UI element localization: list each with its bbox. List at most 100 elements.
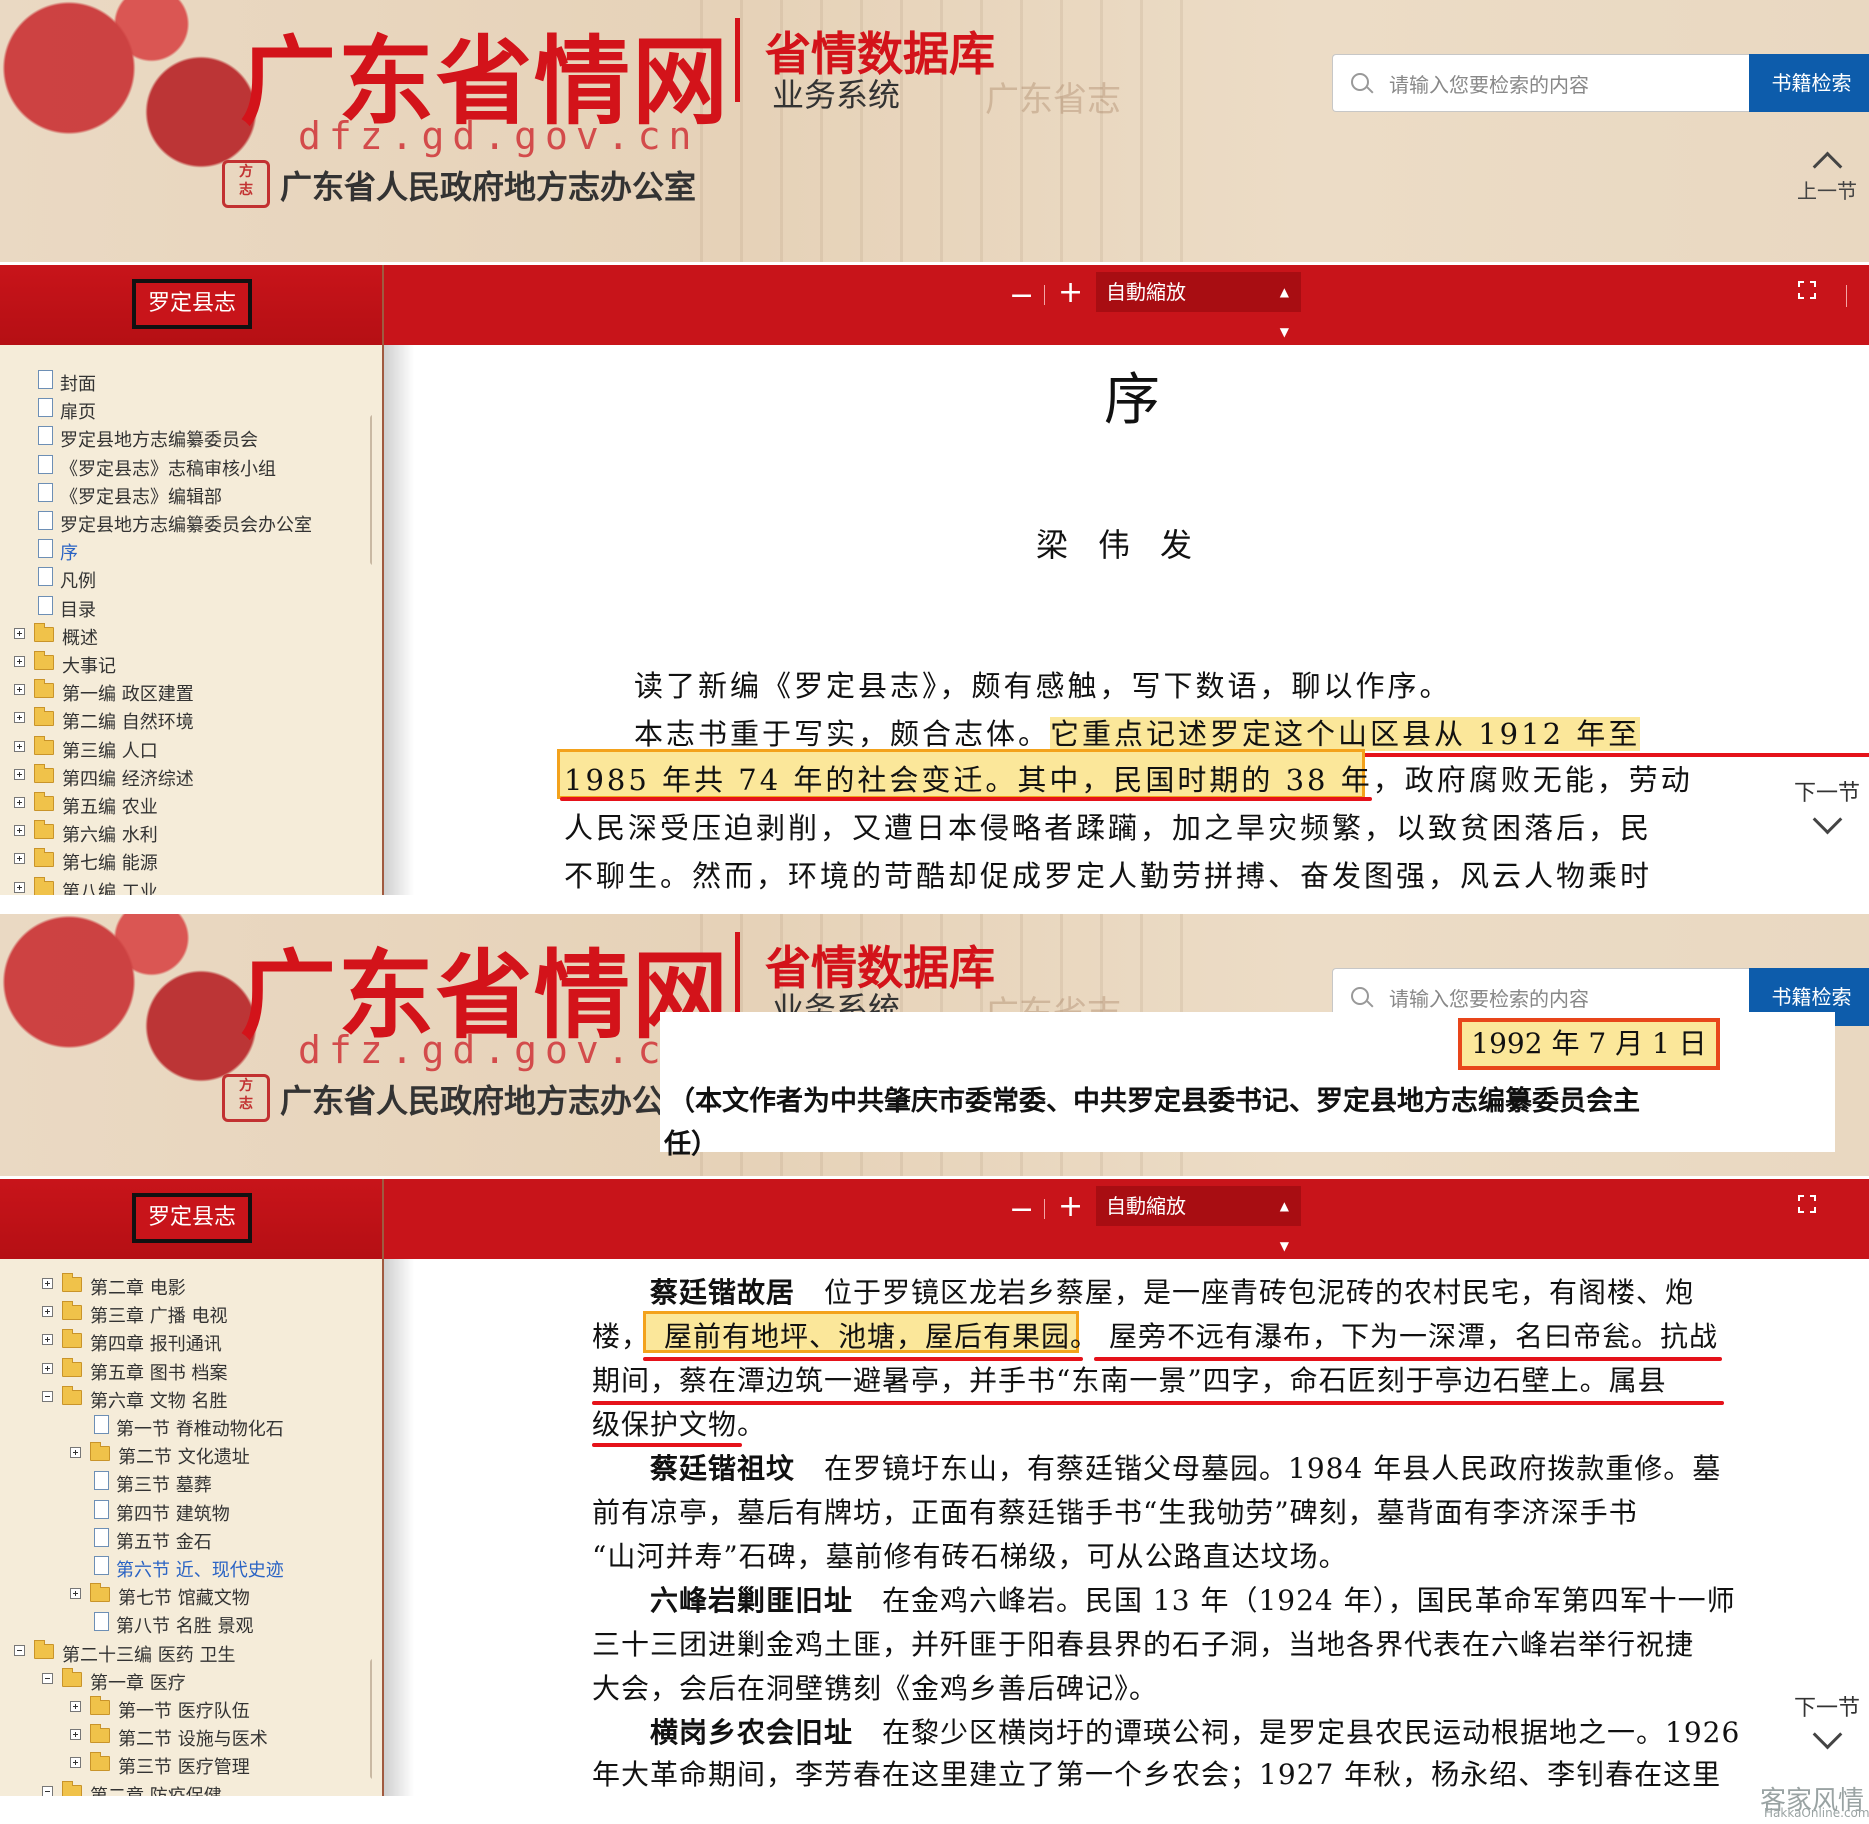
page-icon [94,1527,109,1547]
tree-scrollbar[interactable] [370,415,372,565]
folder-icon [90,1442,110,1462]
book-title: 罗定县志 [132,1193,252,1243]
entry-heading: 横岗乡农会旧址 [650,1716,854,1749]
expand-icon[interactable] [70,1701,81,1712]
logo-divider [735,18,740,102]
date-highlight: 1992 年 7 月 1 日 [1458,1018,1720,1070]
collapse-icon[interactable] [42,1672,53,1684]
entry-heading: 蔡廷锴故居 [650,1276,796,1309]
doc-line: “山河并寿”石碑，墓前修有砖石梯级，可从公路直达坟场。 [592,1540,1348,1573]
doc-line: 大会，会后在洞壁镌刻《金鸡乡善后碑记》。 [592,1672,1159,1705]
next-section-label: 下一节 [1793,781,1860,806]
expand-icon[interactable] [14,656,25,667]
toc-item-label: 封面 [60,374,96,395]
expand-icon[interactable] [14,684,25,696]
collapse-icon[interactable] [14,1644,25,1656]
viewer-toolbar: − + 自動縮放 ▲ ▼ [384,1179,1869,1259]
toc-item-label: 第二节 设施与医术 [118,1729,268,1751]
zoom-in-button[interactable]: + [1058,275,1083,310]
toc-item-label: 概述 [62,627,98,649]
expand-icon[interactable] [42,1306,53,1318]
next-section-button[interactable]: 下一节 [1790,1690,1864,1750]
collapse-icon[interactable] [42,1785,53,1796]
tree-scrollbar[interactable] [370,1659,372,1779]
toc-tree: 第二章 电影 第三章 广播 电视 第四章 报刊通讯 第五章 图书 档案 第六章 文物 名… [0,1259,372,1796]
expand-icon[interactable] [42,1278,53,1289]
folder-icon [90,1696,110,1715]
fullscreen-icon[interactable] [1798,1195,1816,1213]
page-edge-shadow [384,345,414,895]
toc-item-label: 第四编 经济综述 [62,768,194,790]
folder-icon [90,1752,110,1772]
toc-item-label: 第二十三编 医药 卫生 [62,1644,236,1666]
toolbar-separator [1044,1199,1045,1219]
folder-icon [34,848,54,868]
doc-line: 不聊生。然而，环境的苛酷却促成罗定人勤劳拼搏、奋发图强，风云人物乘时 [564,859,1653,893]
page-icon [94,1612,109,1632]
site-url: dfz.gd.gov.cn [298,114,700,158]
doc-line: 本志书重于写实，颇合志体。它重点记述罗定这个山区县从 1912 年至 [634,711,1641,753]
doc-line: 级保护文物。 [592,1403,766,1443]
search-icon [1351,73,1369,91]
doc-line: 横岗乡农会旧址 在黎少区横岗圩的谭瑛公祠，是罗定县农民运动根据地之一。1926 [650,1711,1740,1751]
toc-item-label: 第五章 图书 档案 [90,1362,228,1384]
screenshot-panel-2: 广东省情网 省情数据库 业务系统 广东省志 dfz.gd.gov.cn 方志 广… [0,914,1869,1796]
site-header: 广东省情网 省情数据库 业务系统 广东省志 dfz.gd.gov.cn 方志 广… [0,0,1869,262]
zoom-select[interactable]: 自動縮放 ▲ ▼ [1096,272,1301,339]
expand-icon[interactable] [14,740,25,752]
expand-icon[interactable] [70,1757,81,1769]
toc-item-label: 第七编 能源 [62,853,158,875]
expand-icon[interactable] [14,627,25,639]
expand-icon[interactable] [14,768,25,780]
site-header: 广东省情网 省情数据库 业务系统 广东省志 dfz.gd.gov.cn 方志 广… [0,914,1869,1176]
select-arrows-icon: ▲ ▼ [1279,285,1289,339]
folder-icon [34,820,54,840]
folder-icon [34,622,54,642]
expand-icon[interactable] [14,712,25,724]
document-viewer: 序 梁伟发 读了新编《罗定县志》，颇有感触，写下数语，聊以作序。 本志书重于写实… [384,345,1869,895]
prev-section-button[interactable]: 上一节 [1795,148,1859,204]
zoom-in-button[interactable]: + [1058,1189,1083,1224]
doc-line: 1985 年共 74 年的社会变迁。其中，民国时期的 38 年，政府腐败无能，劳… [564,757,1693,799]
doc-text: 在黎少区横岗圩的谭瑛公祠，是罗定县农民运动根据地之一。1926 [882,1716,1741,1749]
toc-sidebar: 罗定县志 第二章 电影 第三章 广播 电视 第四章 报刊通讯 第五章 图书 档案 第六章… [0,1179,385,1796]
zoom-out-button[interactable]: − [1009,278,1034,313]
expand-icon[interactable] [42,1362,53,1374]
doc-line: 人民深受压迫剥削，又遭日本侵略者蹂躏，加之旱灾频繁，以致贫困落后，民 [564,811,1653,845]
expand-icon[interactable] [70,1447,81,1459]
folder-icon [62,1357,82,1377]
toc-item-label: 第五节 金石 [116,1531,212,1553]
page-icon [38,595,53,615]
expand-icon[interactable] [14,825,25,837]
expand-icon[interactable] [70,1588,81,1600]
entry-heading: 六峰岩剿匪旧址 [650,1584,854,1617]
page-icon [94,1415,109,1434]
toc-item-label: 第六节 近、现代史迹 [116,1560,284,1581]
zoom-out-button[interactable]: − [1009,1192,1034,1227]
red-underline [560,797,1372,801]
folder-icon [34,651,54,670]
expand-icon[interactable] [14,853,25,865]
viewer-toolbar: − + 自動縮放 ▲ ▼ [384,265,1869,345]
expand-icon[interactable] [70,1729,81,1741]
author-note: （本文作者为中共肇庆市委常委、中共罗定县委书记、罗定县地方志编纂委员会主 [668,1086,1640,1117]
next-section-button[interactable]: 下一节 [1790,775,1864,835]
collapse-icon[interactable] [42,1390,53,1402]
highlighted-text: 它重点记述罗定这个山区县从 1912 年至 [1050,717,1641,751]
page-icon [38,454,53,474]
book-search-button[interactable]: 书籍检索 [1749,54,1869,112]
highlighted-text: 屋前有地坪、池塘，屋后有果园。 [664,1320,1100,1353]
doc-author: 梁伟发 [1036,526,1223,564]
search-input[interactable]: 请输入您要检索的内容 [1332,54,1749,112]
folder-icon [34,707,54,727]
toc-item-label: 大事记 [62,656,116,677]
expand-icon[interactable] [14,881,25,893]
doc-line: 六峰岩剿匪旧址 在金鸡六峰岩。民国 13 年（1924 年），国民革命军第四军十… [650,1579,1736,1619]
expand-icon[interactable] [42,1334,53,1346]
toc-item-label: 第三节 医疗管理 [118,1757,250,1779]
toc-item-label: 罗定县地方志编纂委员会 [60,430,258,452]
doc-text: 屋旁不远有瀑布，下为一深潭，名曰帝瓮。抗战 [1109,1320,1719,1353]
zoom-select[interactable]: 自動縮放 ▲ ▼ [1096,1186,1301,1253]
expand-icon[interactable] [14,797,25,808]
fullscreen-icon[interactable] [1798,281,1816,299]
